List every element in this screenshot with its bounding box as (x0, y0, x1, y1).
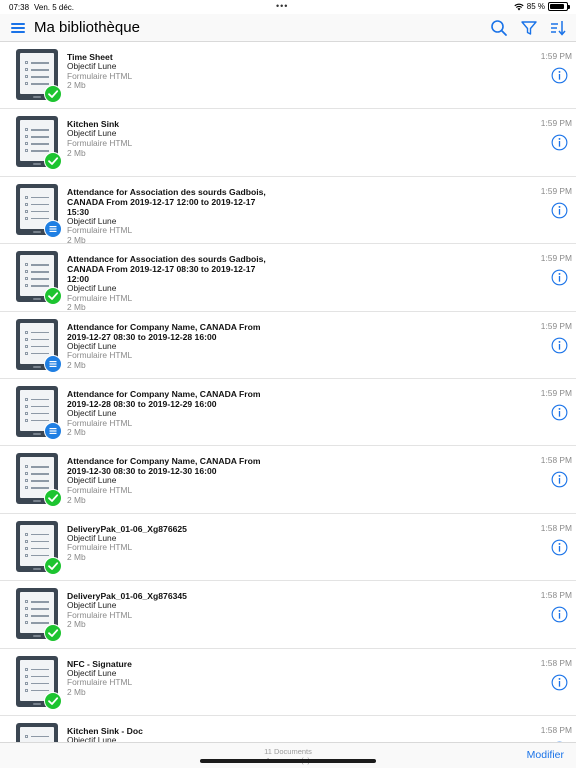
completed-check-icon (44, 556, 62, 575)
list-item[interactable]: Kitchen Sink - Doc Objectif Lune Formula… (0, 716, 576, 742)
list-item[interactable]: Attendance for Company Name, CANADA From… (0, 312, 576, 379)
document-time: 1:58 PM (540, 724, 572, 735)
document-thumbnail (16, 588, 62, 643)
document-size: 2 Mb (67, 427, 86, 438)
completed-check-icon (44, 691, 62, 710)
pending-list-icon (44, 354, 62, 373)
document-time: 1:58 PM (540, 590, 572, 601)
info-icon[interactable] (551, 606, 568, 623)
menu-icon[interactable] (10, 20, 26, 36)
filter-icon[interactable] (520, 19, 538, 37)
document-size: 2 Mb (67, 686, 86, 697)
info-icon[interactable] (551, 539, 568, 556)
document-type: Formulaire HTML (67, 542, 133, 553)
document-size: 2 Mb (67, 147, 86, 158)
document-thumbnail (16, 453, 62, 508)
completed-check-icon (44, 489, 62, 508)
bottom-toolbar: 11 Documents 1 nouveau(x) Modifier (0, 742, 576, 768)
document-size: 2 Mb (67, 619, 86, 630)
tablet-form-icon (16, 722, 58, 742)
document-thumbnail (16, 655, 62, 710)
list-item[interactable]: Attendance for Association des sourds Ga… (0, 177, 576, 245)
document-time: 1:59 PM (540, 387, 572, 398)
completed-check-icon (44, 152, 62, 171)
info-icon[interactable] (551, 337, 568, 354)
document-type: Formulaire HTML (67, 417, 133, 428)
list-item[interactable]: DeliveryPak_01-06_Xg876625 Objectif Lune… (0, 514, 576, 582)
document-time: 1:59 PM (540, 51, 572, 61)
document-thumbnail (16, 251, 62, 306)
list-item[interactable]: Attendance for Company Name, CANADA From… (0, 379, 576, 447)
info-icon[interactable] (551, 134, 568, 151)
document-type: Formulaire HTML (67, 225, 133, 236)
info-icon[interactable] (551, 202, 568, 219)
document-type: Formulaire HTML (67, 70, 133, 81)
document-name: Attendance for Association des sourds Ga… (67, 186, 266, 217)
document-thumbnail (16, 722, 62, 742)
list-item[interactable]: Kitchen Sink Objectif Lune Formulaire HT… (0, 109, 576, 177)
document-size: 2 Mb (67, 302, 86, 312)
document-time: 1:59 PM (540, 185, 572, 196)
document-name: Attendance for Company Name, CANADA From… (67, 321, 261, 342)
documents-total: 11 Documents (264, 747, 312, 756)
document-size: 2 Mb (67, 551, 86, 562)
nav-bar: Ma bibliothèque (0, 14, 576, 42)
list-item[interactable]: Attendance for Association des sourds Ga… (0, 244, 576, 312)
document-time: 1:58 PM (540, 657, 572, 668)
document-size: 2 Mb (67, 234, 86, 245)
info-icon[interactable] (551, 269, 568, 286)
document-time: 1:59 PM (540, 118, 572, 129)
document-type: Formulaire HTML (67, 609, 133, 620)
completed-check-icon (44, 85, 62, 103)
document-size: 2 Mb (67, 359, 86, 370)
document-time: 1:59 PM (540, 253, 572, 264)
battery-percent: 85 % (526, 2, 545, 11)
status-right: 85 % (514, 2, 570, 11)
document-time: 1:58 PM (540, 455, 572, 466)
edit-button[interactable]: Modifier (527, 749, 564, 761)
info-icon[interactable] (551, 404, 568, 421)
list-item[interactable]: Time Sheet Objectif Lune Formulaire HTML… (0, 42, 576, 110)
status-time: 07:38 (9, 3, 30, 12)
document-time: 1:58 PM (540, 522, 572, 533)
multitasking-dots[interactable]: ••• (276, 1, 288, 11)
document-thumbnail (16, 520, 62, 575)
status-date: Ven. 5 déc. (34, 3, 75, 12)
document-type: Formulaire HTML (67, 350, 133, 361)
document-name: Attendance for Company Name, CANADA From… (67, 388, 261, 409)
document-name: Attendance for Company Name, CANADA From… (67, 456, 261, 477)
document-type: Formulaire HTML (67, 137, 133, 148)
page-title: Ma bibliothèque (34, 19, 140, 36)
home-indicator[interactable] (200, 759, 376, 763)
list-item[interactable]: Attendance for Company Name, CANADA From… (0, 446, 576, 514)
document-thumbnail (16, 49, 62, 103)
search-icon[interactable] (490, 19, 508, 37)
completed-check-icon (44, 287, 62, 306)
pending-list-icon (44, 421, 62, 440)
battery-icon (548, 2, 570, 11)
document-thumbnail (16, 183, 62, 238)
document-time: 1:59 PM (540, 320, 572, 331)
document-type: Formulaire HTML (67, 292, 133, 303)
document-size: 2 Mb (67, 494, 86, 505)
pending-list-icon (44, 219, 62, 238)
document-type: Formulaire HTML (67, 677, 133, 688)
list-item[interactable]: DeliveryPak_01-06_Xg876345 Objectif Lune… (0, 581, 576, 649)
wifi-icon (514, 3, 524, 10)
document-thumbnail (16, 116, 62, 171)
document-thumbnail (16, 318, 62, 373)
info-icon[interactable] (551, 67, 568, 84)
status-bar: 07:38 Ven. 5 déc. ••• 85 % (0, 0, 576, 14)
list-item[interactable]: NFC - Signature Objectif Lune Formulaire… (0, 649, 576, 716)
document-name: Attendance for Association des sourds Ga… (67, 254, 266, 285)
info-icon[interactable] (551, 674, 568, 691)
completed-check-icon (44, 624, 62, 643)
document-thumbnail (16, 385, 62, 440)
document-size: 2 Mb (67, 80, 86, 91)
document-type: Formulaire HTML (67, 484, 133, 495)
sort-icon[interactable] (549, 19, 567, 37)
document-list: Time Sheet Objectif Lune Formulaire HTML… (0, 42, 576, 742)
info-icon[interactable] (551, 471, 568, 488)
